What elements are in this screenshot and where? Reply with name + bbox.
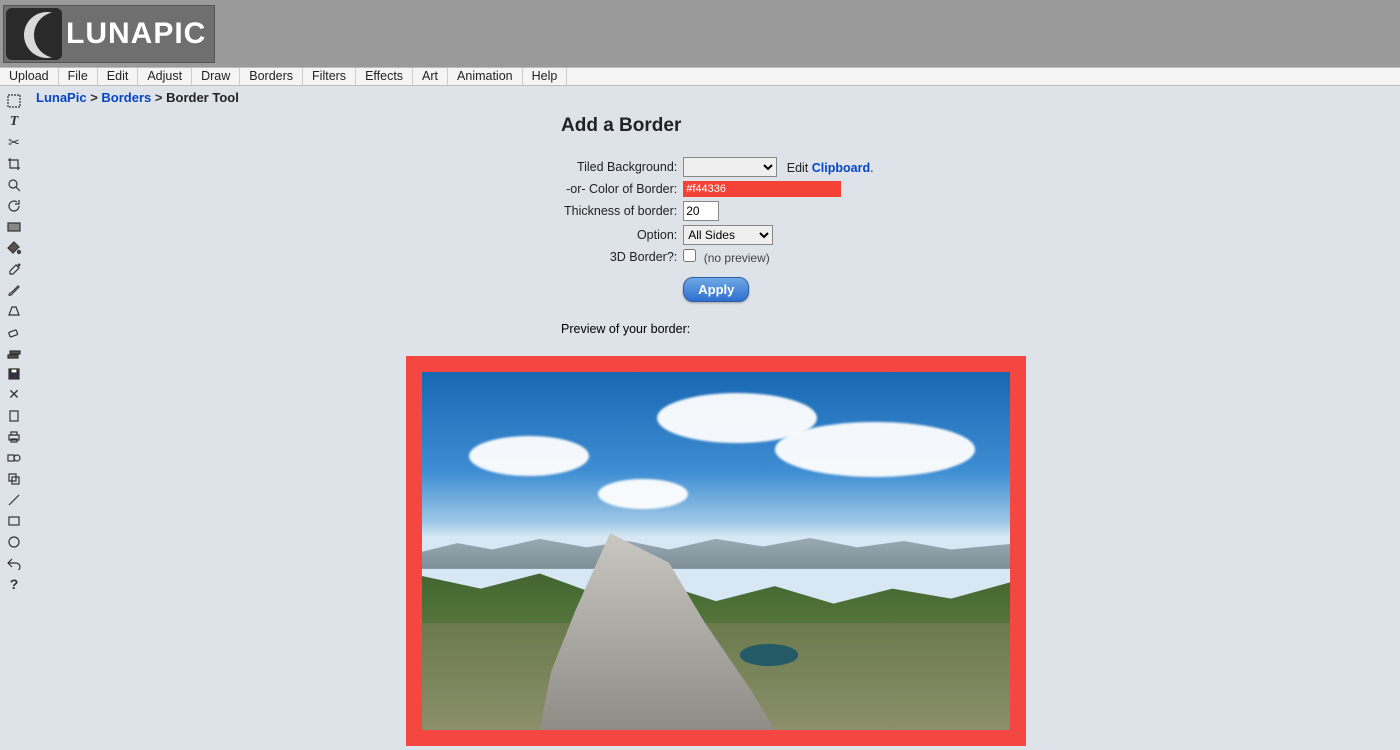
option-label: Option: [561, 223, 680, 247]
menu-edit[interactable]: Edit [98, 68, 139, 85]
rect-icon[interactable] [5, 512, 23, 529]
logo[interactable]: LUNAPIC [3, 5, 215, 63]
eyedropper-icon[interactable] [5, 260, 23, 277]
clipboard-link[interactable]: Clipboard [812, 161, 870, 175]
header: LUNAPIC [0, 0, 1400, 67]
line-icon[interactable] [5, 491, 23, 508]
tiled-label: Tiled Background: [561, 155, 680, 179]
breadcrumb-current: Border Tool [166, 90, 239, 105]
threed-label: 3D Border?: [561, 247, 680, 267]
circle-icon[interactable] [5, 533, 23, 550]
preview-label: Preview of your border: [561, 322, 1392, 336]
thickness-label: Thickness of border: [561, 199, 680, 223]
blank-icon[interactable] [5, 407, 23, 424]
rotate-icon[interactable] [5, 197, 23, 214]
breadcrumb-sep: > [155, 90, 163, 105]
thickness-input[interactable] [683, 201, 719, 221]
menu-effects[interactable]: Effects [356, 68, 413, 85]
menu-adjust[interactable]: Adjust [138, 68, 192, 85]
color-label: -or- Color of Border: [561, 179, 680, 199]
menubar: Upload File Edit Adjust Draw Borders Fil… [0, 67, 1400, 86]
menu-upload[interactable]: Upload [0, 68, 59, 85]
brush-icon[interactable] [5, 281, 23, 298]
page-title: Add a Border [561, 115, 1392, 137]
apply-button[interactable]: Apply [683, 277, 749, 302]
tiled-background-select[interactable] [683, 157, 777, 177]
edit-text: Edit [787, 161, 812, 175]
save-icon[interactable] [5, 365, 23, 382]
layers-icon[interactable] [5, 344, 23, 361]
shapes-icon[interactable] [5, 449, 23, 466]
duplicate-icon[interactable] [5, 470, 23, 487]
left-toolbar: T ✂ ✕ ? [0, 86, 28, 750]
text-icon[interactable]: T [5, 113, 23, 130]
logo-crescent-icon [6, 8, 62, 60]
breadcrumb-sep: > [90, 90, 98, 105]
cut-icon[interactable]: ✂ [5, 134, 23, 151]
breadcrumb-home[interactable]: LunaPic [36, 90, 87, 105]
eraser-icon[interactable] [5, 323, 23, 340]
select-icon[interactable] [5, 92, 23, 109]
border-form: Tiled Background: Edit Clipboard. -or- C… [561, 155, 877, 304]
menu-filters[interactable]: Filters [303, 68, 356, 85]
border-color-input[interactable] [683, 181, 841, 197]
menu-draw[interactable]: Draw [192, 68, 240, 85]
breadcrumb-borders[interactable]: Borders [101, 90, 151, 105]
menu-help[interactable]: Help [523, 68, 568, 85]
breadcrumb: LunaPic > Borders > Border Tool [36, 90, 1392, 105]
three-d-checkbox[interactable] [683, 249, 696, 262]
print-icon[interactable] [5, 428, 23, 445]
zoom-icon[interactable] [5, 176, 23, 193]
menu-file[interactable]: File [59, 68, 98, 85]
no-preview-text: (no preview) [704, 251, 770, 265]
menu-animation[interactable]: Animation [448, 68, 523, 85]
fill-icon[interactable] [5, 239, 23, 256]
preview-border [406, 356, 1026, 746]
menu-borders[interactable]: Borders [240, 68, 303, 85]
perspective-icon[interactable] [5, 302, 23, 319]
gradient-icon[interactable] [5, 218, 23, 235]
preview-image [422, 372, 1010, 730]
close-icon[interactable]: ✕ [5, 386, 23, 403]
help-icon[interactable]: ? [5, 575, 23, 592]
menu-art[interactable]: Art [413, 68, 448, 85]
undo-icon[interactable] [5, 554, 23, 571]
crop-icon[interactable] [5, 155, 23, 172]
option-select[interactable]: All Sides [683, 225, 773, 245]
logo-text: LUNAPIC [66, 17, 206, 51]
